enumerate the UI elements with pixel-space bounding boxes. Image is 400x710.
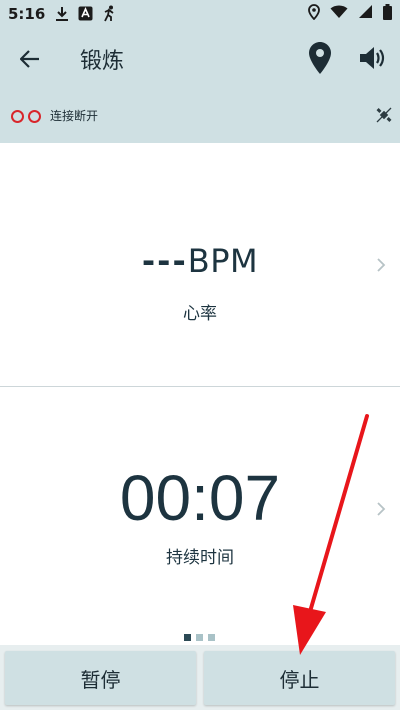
back-button[interactable] xyxy=(14,43,46,75)
arrow-back-icon xyxy=(20,50,39,68)
pause-button[interactable]: 暂停 xyxy=(5,651,196,705)
heart-rate-card[interactable]: ---BPM 心率 xyxy=(0,143,400,386)
page-dot-1 xyxy=(184,634,191,641)
satellite-off-icon xyxy=(376,107,392,123)
disconnected-rings-icon xyxy=(11,110,41,123)
location-button[interactable] xyxy=(305,39,335,77)
connection-status: 连接断开 xyxy=(50,109,99,123)
battery-icon xyxy=(383,3,392,24)
status-bar: 5:16 xyxy=(0,0,400,27)
stop-button[interactable]: 停止 xyxy=(204,651,395,705)
page-dot-3 xyxy=(208,634,215,641)
heart-rate-unit: BPM xyxy=(187,242,259,280)
heart-rate-number: --- xyxy=(141,242,188,280)
status-icons-right xyxy=(308,3,392,24)
duration-card[interactable]: 00:07 持续时间 xyxy=(0,405,400,645)
heart-rate-value: ---BPM xyxy=(0,242,400,280)
chevron-right-icon xyxy=(377,502,386,516)
page-title: 锻炼 xyxy=(80,49,125,74)
volume-icon xyxy=(360,47,385,69)
download-icon xyxy=(55,6,69,22)
app-bar: 锻炼 xyxy=(0,27,400,89)
location-pin-icon xyxy=(309,42,331,74)
running-icon xyxy=(102,5,116,22)
location-icon xyxy=(308,3,320,24)
duration-value: 00:07 xyxy=(119,462,281,534)
heart-rate-label: 心率 xyxy=(183,304,217,324)
wifi-icon xyxy=(330,5,348,23)
chevron-right-icon xyxy=(377,258,386,272)
sound-button[interactable] xyxy=(356,41,390,75)
page-dot-2 xyxy=(196,634,203,641)
section-gap xyxy=(0,387,400,405)
status-time: 5:16 xyxy=(8,4,46,23)
connection-bar: 连接断开 xyxy=(0,89,400,143)
signal-icon xyxy=(358,4,373,23)
a-badge-icon xyxy=(78,6,93,21)
duration-label: 持续时间 xyxy=(166,548,234,568)
page-indicator xyxy=(184,634,215,641)
